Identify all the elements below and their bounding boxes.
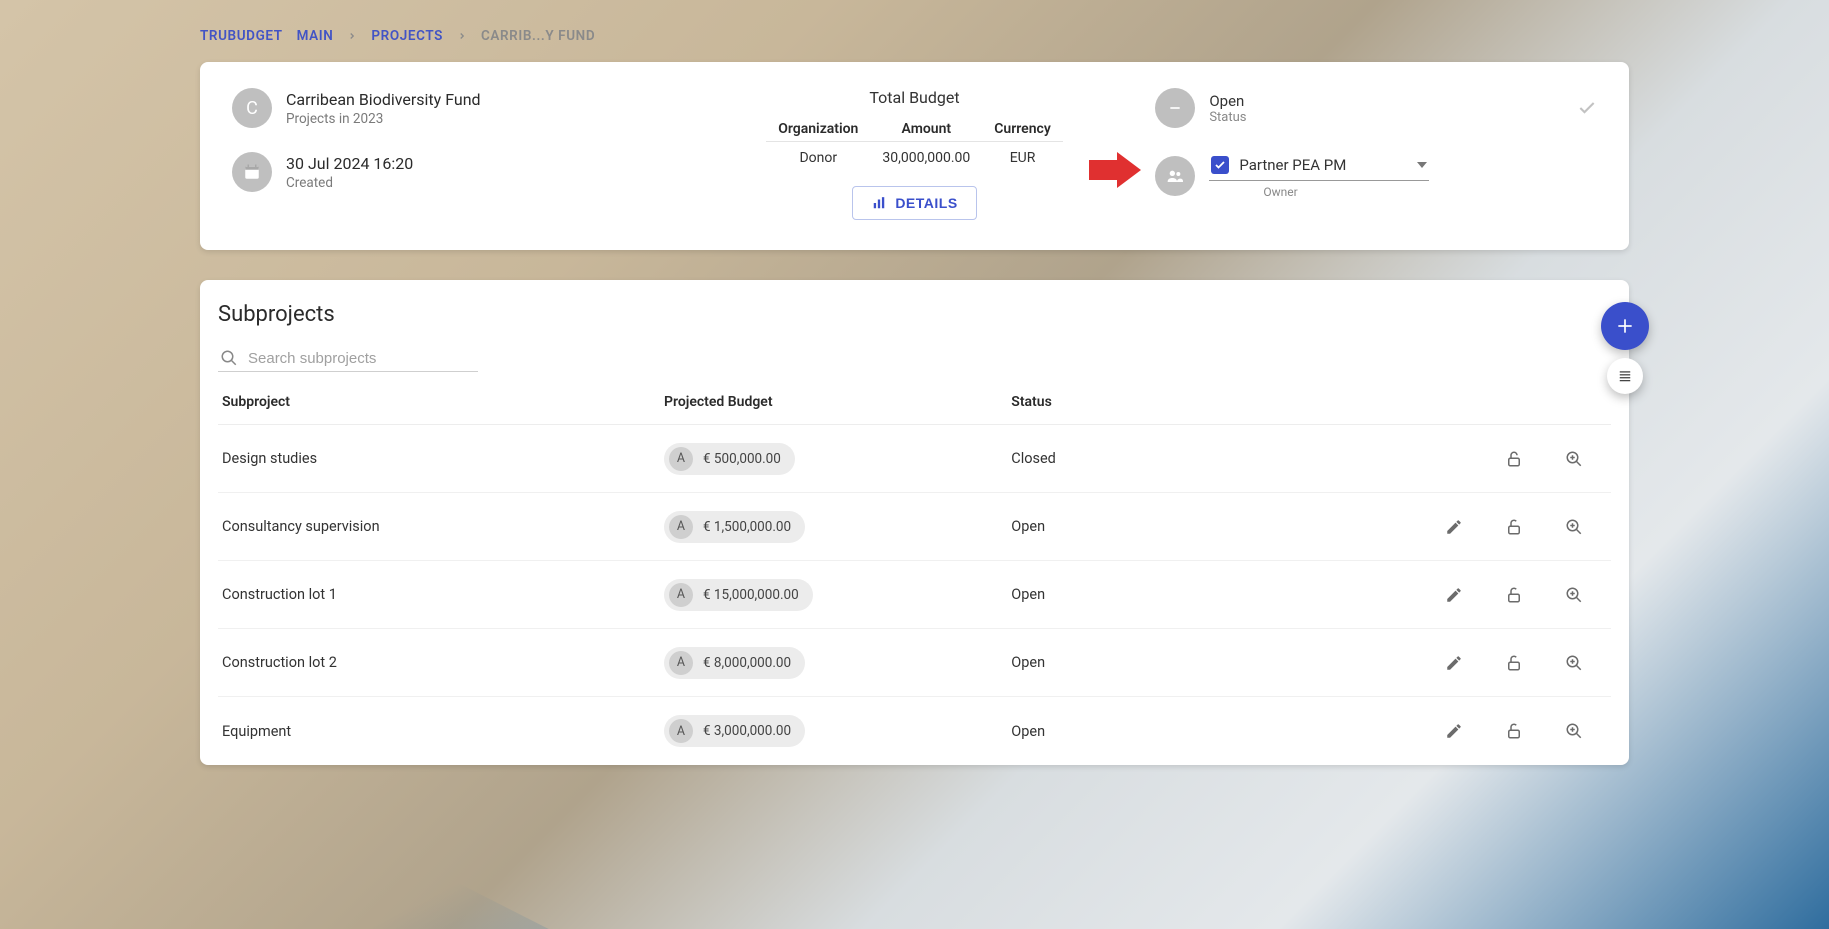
breadcrumb-projects[interactable]: PROJECTS [371, 28, 443, 44]
owner-select[interactable]: Partner PEA PM [1209, 152, 1429, 181]
budget-pill: A € 8,000,000.00 [664, 647, 805, 679]
col-projected-budget: Projected Budget [664, 394, 1011, 410]
permissions-button[interactable] [1503, 584, 1525, 606]
budget-org: Donor [766, 142, 870, 175]
budget-col-amount: Amount [870, 117, 982, 142]
table-row: Consultancy supervision A € 1,500,000.00 Op… [218, 493, 1611, 561]
col-status: Status [1011, 394, 1327, 410]
breadcrumb: TRUBUDGET MAIN PROJECTS CARRIB...Y FUND [200, 0, 1629, 62]
project-avatar: C [232, 88, 272, 128]
pill-avatar: A [669, 447, 693, 471]
budget-pill: A € 3,000,000.00 [664, 715, 805, 747]
budget-table: Organization Amount Currency Donor 30,00… [766, 117, 1063, 174]
budget-value: € 15,000,000.00 [703, 587, 799, 603]
view-button[interactable] [1563, 584, 1585, 606]
budget-pill: A € 15,000,000.00 [664, 579, 813, 611]
budget-amount: 30,000,000.00 [870, 142, 982, 175]
details-button[interactable]: DETAILS [852, 186, 976, 220]
minus-icon [1155, 88, 1195, 128]
subproject-name: Design studies [222, 450, 664, 467]
project-status-label: Status [1209, 110, 1246, 125]
view-button[interactable] [1563, 448, 1585, 470]
search-input[interactable] [248, 350, 476, 367]
budget-col-currency: Currency [982, 117, 1063, 142]
project-created-date: 30 Jul 2024 16:20 [286, 154, 413, 173]
breadcrumb-main[interactable]: MAIN [297, 28, 334, 44]
project-summary-card: C Carribean Biodiversity Fund Projects i… [200, 62, 1629, 250]
subproject-name: Construction lot 1 [222, 586, 664, 603]
subproject-status: Open [1011, 586, 1327, 603]
calendar-icon [232, 152, 272, 192]
subproject-name: Consultancy supervision [222, 518, 664, 535]
chevron-right-icon [457, 31, 467, 41]
permissions-button[interactable] [1503, 516, 1525, 538]
total-budget-heading: Total Budget [694, 88, 1136, 107]
subproject-status: Open [1011, 723, 1327, 740]
search-icon [220, 349, 238, 367]
edit-button[interactable] [1443, 720, 1465, 742]
subproject-status: Open [1011, 654, 1327, 671]
subproject-status: Closed [1011, 450, 1327, 467]
budget-value: € 8,000,000.00 [703, 655, 791, 671]
project-subtitle: Projects in 2023 [286, 111, 481, 127]
table-row: Design studies A € 500,000.00 Closed [218, 425, 1611, 493]
owner-label: Owner [1263, 185, 1597, 199]
view-button[interactable] [1563, 652, 1585, 674]
permissions-button[interactable] [1503, 720, 1525, 742]
subprojects-table: Subproject Projected Budget Status Desig… [218, 394, 1611, 765]
list-view-button[interactable] [1607, 358, 1643, 394]
checkmark-icon[interactable] [1577, 98, 1597, 118]
edit-button[interactable] [1443, 652, 1465, 674]
permissions-button[interactable] [1503, 652, 1525, 674]
pill-avatar: A [669, 515, 693, 539]
view-button[interactable] [1563, 516, 1585, 538]
subproject-status: Open [1011, 518, 1327, 535]
budget-pill: A € 1,500,000.00 [664, 511, 805, 543]
table-row: Equipment A € 3,000,000.00 Open [218, 697, 1611, 765]
subproject-name: Equipment [222, 723, 664, 740]
budget-value: € 1,500,000.00 [703, 519, 791, 535]
project-title: Carribean Biodiversity Fund [286, 90, 481, 109]
subproject-name: Construction lot 2 [222, 654, 664, 671]
budget-value: € 500,000.00 [703, 451, 781, 467]
table-row: Construction lot 2 A € 8,000,000.00 Open [218, 629, 1611, 697]
owner-value: Partner PEA PM [1239, 156, 1407, 174]
edit-button[interactable] [1443, 516, 1465, 538]
dropdown-arrow-icon [1417, 162, 1427, 168]
breadcrumb-current: CARRIB...Y FUND [481, 28, 595, 44]
budget-pill: A € 500,000.00 [664, 443, 795, 475]
owner-checkbox[interactable] [1211, 156, 1229, 174]
pill-avatar: A [669, 651, 693, 675]
project-created-label: Created [286, 175, 413, 191]
search-subprojects[interactable] [218, 345, 478, 372]
people-icon[interactable] [1155, 156, 1195, 196]
bar-chart-icon [871, 196, 887, 210]
edit-button[interactable] [1443, 584, 1465, 606]
subprojects-heading: Subprojects [218, 302, 1611, 327]
chevron-right-icon [347, 31, 357, 41]
details-label: DETAILS [895, 195, 957, 211]
subprojects-card: Subprojects Subproject Projected Budget … [200, 280, 1629, 765]
budget-value: € 3,000,000.00 [703, 723, 791, 739]
breadcrumb-app[interactable]: TRUBUDGET [200, 28, 283, 44]
budget-currency: EUR [982, 142, 1063, 175]
budget-col-organization: Organization [766, 117, 870, 142]
add-subproject-button[interactable] [1601, 302, 1649, 350]
permissions-button[interactable] [1503, 448, 1525, 470]
view-button[interactable] [1563, 720, 1585, 742]
pill-avatar: A [669, 719, 693, 743]
arrow-indicator-icon [1089, 152, 1141, 188]
table-row: Construction lot 1 A € 15,000,000.00 Open [218, 561, 1611, 629]
pill-avatar: A [669, 583, 693, 607]
col-subproject: Subproject [222, 394, 664, 410]
project-status-value: Open [1209, 92, 1246, 110]
